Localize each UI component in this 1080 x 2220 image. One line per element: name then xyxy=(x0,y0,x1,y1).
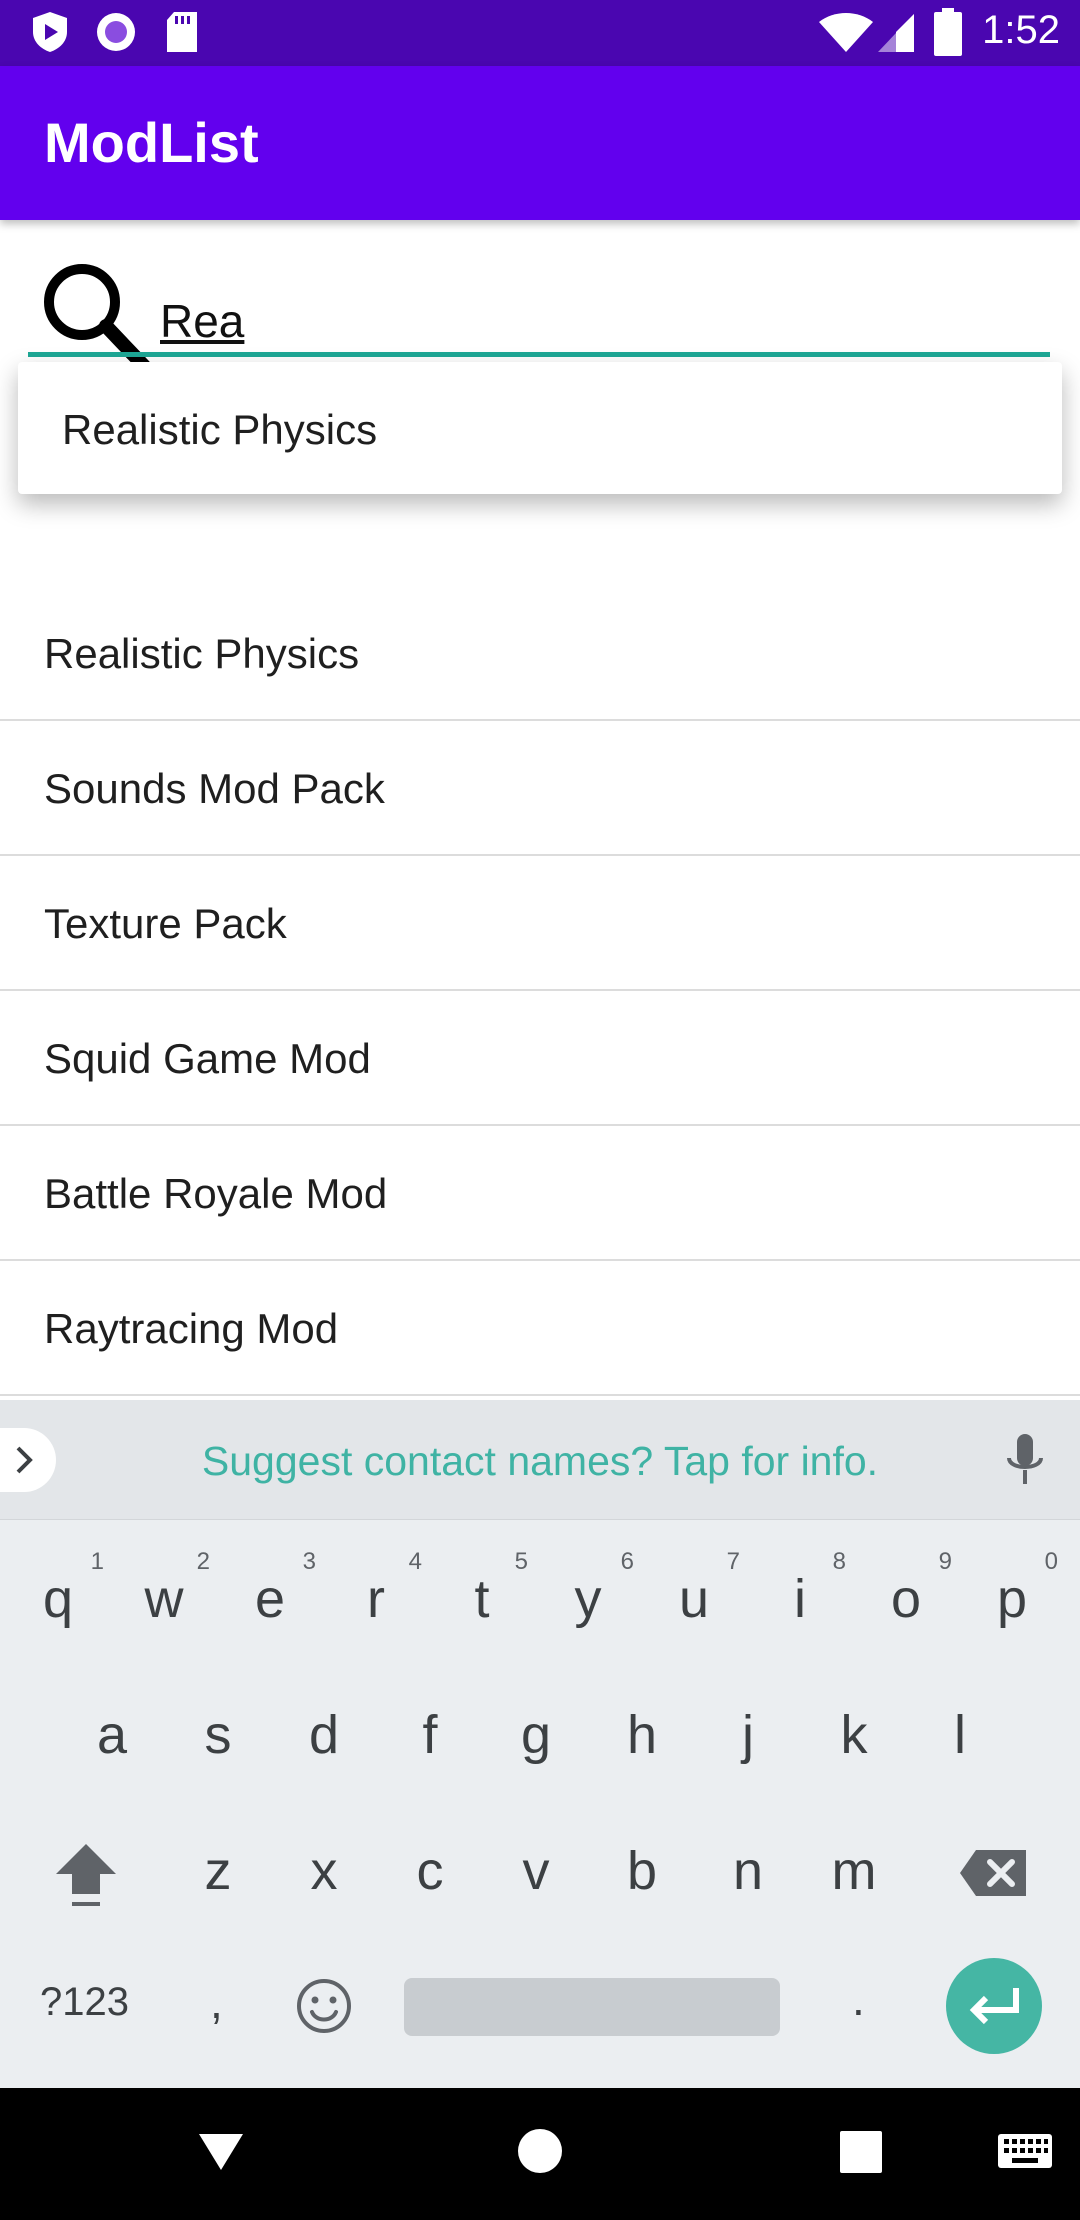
backspace-icon[interactable] xyxy=(958,1848,1028,1898)
key-w[interactable]: w2 xyxy=(114,1544,214,1654)
key-u[interactable]: u7 xyxy=(644,1544,744,1654)
list-item-label: Raytracing Mod xyxy=(44,1305,339,1352)
list-item[interactable]: Squid Game Mod xyxy=(0,991,1080,1126)
list-item[interactable]: Battle Royale Mod xyxy=(0,1126,1080,1261)
comma-key[interactable]: , xyxy=(210,1975,223,2029)
list-item-label: Sounds Mod Pack xyxy=(44,765,385,812)
shield-play-icon xyxy=(33,12,67,52)
key-a[interactable]: a xyxy=(62,1680,162,1790)
list-item-label: Squid Game Mod xyxy=(44,1035,371,1082)
autocomplete-dropdown: Realistic Physics xyxy=(18,362,1062,494)
key-s[interactable]: s xyxy=(168,1680,268,1790)
key-p[interactable]: p0 xyxy=(962,1544,1062,1654)
key-c[interactable]: c xyxy=(380,1816,480,1926)
key-y[interactable]: y6 xyxy=(538,1544,638,1654)
key-j[interactable]: j xyxy=(698,1680,798,1790)
mod-list: Realistic Physics Sounds Mod Pack Textur… xyxy=(0,586,1080,1396)
key-i[interactable]: i8 xyxy=(750,1544,850,1654)
search-bar xyxy=(0,220,1080,373)
list-item-label: Realistic Physics xyxy=(44,630,360,677)
key-z[interactable]: z xyxy=(168,1816,268,1926)
list-item-label: Battle Royale Mod xyxy=(44,1170,388,1217)
sd-card-icon xyxy=(167,12,197,52)
key-q[interactable]: q1 xyxy=(8,1544,108,1654)
home-icon[interactable] xyxy=(516,2126,564,2176)
list-item[interactable]: Raytracing Mod xyxy=(0,1261,1080,1396)
app-title: ModList xyxy=(44,111,259,174)
keyboard-suggestion-text[interactable]: Suggest contact names? Tap for info. xyxy=(0,1438,1080,1485)
battery-icon xyxy=(934,8,962,56)
keyboard-switch-icon[interactable] xyxy=(996,2126,1054,2176)
key-h[interactable]: h xyxy=(592,1680,692,1790)
list-item[interactable]: Sounds Mod Pack xyxy=(0,721,1080,856)
symbols-key[interactable]: ?123 xyxy=(40,1980,129,2025)
list-item[interactable]: Realistic Physics xyxy=(0,586,1080,721)
key-k[interactable]: k xyxy=(804,1680,904,1790)
status-time: 1:52 xyxy=(982,8,1060,52)
wifi-icon xyxy=(819,13,873,52)
key-n[interactable]: n xyxy=(698,1816,798,1926)
autocomplete-suggestion[interactable]: Realistic Physics xyxy=(62,406,377,454)
key-e[interactable]: e3 xyxy=(220,1544,320,1654)
microphone-icon[interactable] xyxy=(1000,1430,1050,1490)
key-o[interactable]: o9 xyxy=(856,1544,956,1654)
key-l[interactable]: l xyxy=(910,1680,1010,1790)
search-input[interactable] xyxy=(160,286,1040,356)
search-underline xyxy=(28,352,1050,357)
key-t[interactable]: t5 xyxy=(432,1544,532,1654)
enter-icon xyxy=(969,1988,1019,2025)
key-g[interactable]: g xyxy=(486,1680,586,1790)
key-r[interactable]: r4 xyxy=(326,1544,426,1654)
list-item[interactable]: Texture Pack xyxy=(0,856,1080,991)
shift-icon[interactable] xyxy=(52,1840,120,1910)
navigation-bar xyxy=(0,2088,1080,2220)
key-d[interactable]: d xyxy=(274,1680,374,1790)
app-bar: ModList xyxy=(0,66,1080,220)
list-item-label: Texture Pack xyxy=(44,900,287,947)
emoji-icon[interactable] xyxy=(294,1976,354,2036)
soft-keyboard: Suggest contact names? Tap for info. q1 … xyxy=(0,1400,1080,2088)
keyboard-suggestion-strip: Suggest contact names? Tap for info. xyxy=(0,1400,1080,1520)
back-icon[interactable] xyxy=(196,2126,246,2176)
recents-icon[interactable] xyxy=(838,2126,884,2176)
key-v[interactable]: v xyxy=(486,1816,586,1926)
circle-record-icon xyxy=(97,13,135,51)
key-f[interactable]: f xyxy=(380,1680,480,1790)
period-key[interactable]: . xyxy=(852,1972,865,2026)
key-b[interactable]: b xyxy=(592,1816,692,1926)
space-bar[interactable] xyxy=(404,1978,780,2036)
enter-button[interactable] xyxy=(946,1958,1042,2054)
key-m[interactable]: m xyxy=(804,1816,904,1926)
key-x[interactable]: x xyxy=(274,1816,374,1926)
signal-icon xyxy=(878,14,914,52)
status-bar: 1:52 xyxy=(0,0,1080,66)
